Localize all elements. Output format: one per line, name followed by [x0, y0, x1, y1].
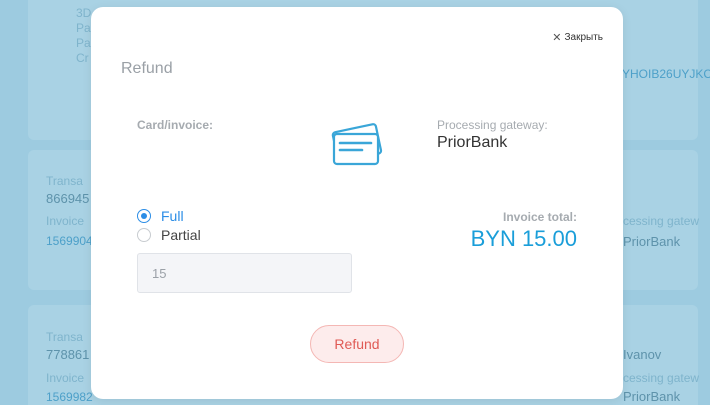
bg-card3-right-value: PriorBank [623, 389, 681, 404]
bg-card2-sub-value: 1569904 [46, 234, 93, 248]
bg-line-1: 3D [76, 6, 92, 20]
bg-card2-right-value: PriorBank [623, 234, 681, 249]
gateway-label: Processing gateway: [437, 118, 548, 132]
bg-line-3: Pa [76, 36, 91, 50]
close-label: Закрыть [564, 32, 603, 43]
card-invoice-label: Card/invoice: [137, 118, 214, 132]
bg-top-link: YHOIB26UYJKC [622, 67, 710, 81]
invoice-total-value: BYN 15.00 [470, 226, 577, 251]
bg-card3-id: 778861 [46, 347, 90, 362]
bg-card3-sub-value: 1569982 [46, 390, 93, 404]
bg-card3-label: Transa [46, 330, 83, 344]
bg-card2-sub-label: Invoice [46, 214, 85, 228]
modal-title: Refund [121, 60, 173, 77]
close-icon: ✕ [552, 31, 562, 44]
bg-card2-label: Transa [46, 174, 83, 188]
bg-card2-right-label: cessing gatew [623, 214, 700, 228]
credit-cards-icon [331, 123, 383, 166]
bg-line-4: Cr [76, 51, 89, 65]
amount-input[interactable] [137, 253, 352, 293]
close-button[interactable]: ✕ Закрыть [552, 32, 603, 43]
radio-partial-indicator[interactable] [137, 228, 151, 242]
bg-line-2: Pa [76, 21, 91, 35]
refund-type-group: Full Partial [137, 207, 201, 245]
bg-card3-right-label: cessing gatew [623, 371, 700, 385]
radio-full-indicator[interactable] [137, 209, 151, 223]
bg-card2-id: 866945 [46, 191, 90, 206]
bg-card3-right-name: Ivanov [623, 347, 662, 362]
radio-partial-label: Partial [161, 227, 201, 243]
gateway-value: PriorBank [437, 134, 508, 151]
refund-modal: ✕ Закрыть Refund Card/invoice: Processin… [91, 7, 623, 399]
radio-partial[interactable]: Partial [137, 226, 201, 244]
invoice-total-label: Invoice total: [502, 210, 577, 224]
bg-card3-sub-label: Invoice [46, 371, 85, 385]
refund-button[interactable]: Refund [310, 325, 404, 363]
radio-full-label: Full [161, 208, 184, 224]
radio-full[interactable]: Full [137, 207, 201, 225]
